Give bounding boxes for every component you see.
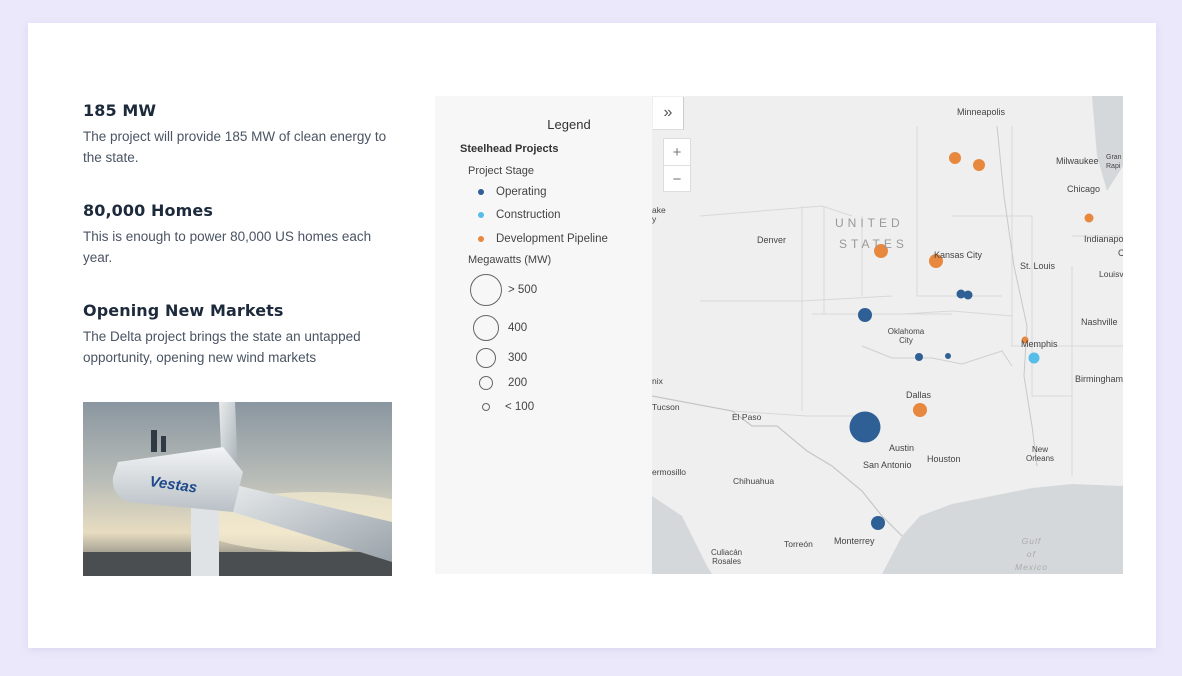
highlight-body: The Delta project brings the state an un… (83, 329, 361, 365)
legend-size-text: 400 (508, 322, 528, 334)
country-label: STATES (839, 237, 908, 251)
highlight-homes: 80,000 Homes This is enough to power 80,… (83, 201, 403, 268)
legend-stage-label: Project Stage (468, 165, 535, 177)
city-label: Tucson (652, 402, 680, 412)
city-label: Louisv (1099, 269, 1123, 279)
city-label: Monterrey (834, 536, 875, 546)
city-label: ake y (652, 205, 666, 224)
size-circle-icon (479, 376, 493, 390)
city-label: Oklahoma City (887, 327, 925, 345)
project-marker-operating[interactable] (849, 411, 881, 443)
city-label: Austin (889, 443, 915, 453)
city-label: nix (652, 376, 663, 386)
legend-stage-text: Development Pipeline (496, 233, 608, 245)
legend-size-text: < 100 (505, 401, 535, 413)
highlight-body: The project will provide 185 MW of clean… (83, 129, 387, 165)
city-label: Memphis (1021, 339, 1058, 349)
legend-stage-pipeline: Development Pipeline (478, 233, 608, 245)
legend-size-text: 300 (508, 352, 528, 364)
project-marker-operating[interactable] (945, 353, 951, 359)
double-chevron-right-icon: » (663, 104, 673, 121)
legend-stage-text: Operating (496, 186, 547, 198)
city-label: New Orleans (1026, 445, 1055, 463)
highlight-body: This is enough to power 80,000 US homes … (83, 229, 372, 265)
projects-map[interactable]: Minneapolis Milwaukee Gran Rapi Chicago … (652, 96, 1123, 574)
wind-turbine-photo: Vestas (83, 402, 392, 576)
legend-size-200: 200 (470, 376, 527, 390)
size-circle-icon (482, 403, 490, 411)
legend-size-text: > 500 (508, 284, 538, 296)
project-marker-pipeline[interactable] (1084, 213, 1094, 223)
city-label: Birmingham (1075, 374, 1123, 384)
expand-legend-button[interactable]: » (653, 97, 684, 130)
project-marker-pipeline[interactable] (913, 403, 927, 417)
city-label: San Antonio (863, 460, 912, 470)
size-circle-icon (473, 315, 499, 341)
operating-dot-icon (478, 189, 484, 195)
size-circle-icon (470, 274, 502, 306)
content-card: 185 MW The project will provide 185 MW o… (28, 23, 1156, 648)
city-label: Houston (927, 454, 961, 464)
pipeline-dot-icon (478, 236, 484, 242)
city-label: ermosillo (652, 467, 687, 477)
map-legend: Legend Steelhead Projects Project Stage … (435, 96, 652, 574)
size-circle-icon (476, 348, 496, 368)
construction-dot-icon (478, 212, 484, 218)
highlight-markets: Opening New Markets The Delta project br… (83, 301, 403, 368)
project-marker-operating[interactable] (871, 516, 885, 530)
highlight-title: 80,000 Homes (83, 201, 213, 220)
city-label: El Paso (732, 412, 762, 422)
city-label: Milwaukee (1056, 156, 1099, 166)
project-marker-construction[interactable] (1028, 352, 1040, 364)
city-label: Chihuahua (733, 476, 775, 486)
legend-size-500: > 500 (470, 274, 537, 306)
city-label: C (1118, 248, 1123, 258)
legend-size-text: 200 (508, 377, 528, 389)
city-label: Nashville (1081, 317, 1118, 327)
gulf-label: Gulf of Mexico (1015, 536, 1048, 572)
legend-stage-text: Construction (496, 209, 561, 221)
project-marker-operating[interactable] (858, 308, 872, 322)
legend-size-400: 400 (470, 315, 527, 341)
country-label: UNITED (835, 216, 904, 230)
city-label: Denver (757, 235, 787, 245)
project-marker-operating[interactable] (963, 290, 973, 300)
legend-stage-operating: Operating (478, 186, 547, 198)
legend-size-label: Megawatts (MW) (468, 254, 552, 266)
city-label: Torreón (784, 539, 813, 549)
city-label: Kansas City (934, 250, 983, 260)
project-marker-pipeline[interactable] (973, 159, 985, 171)
city-label: Minneapolis (957, 107, 1006, 117)
highlight-title: Opening New Markets (83, 301, 284, 320)
city-label: Indianapo (1084, 234, 1123, 244)
city-label: Gran Rapi (1106, 154, 1122, 170)
legend-stage-construction: Construction (478, 209, 561, 221)
city-label: St. Louis (1020, 261, 1056, 271)
highlight-title: 185 MW (83, 101, 157, 120)
zoom-out-button[interactable]: − (664, 166, 690, 192)
project-marker-pipeline[interactable] (949, 152, 961, 164)
city-label: Culiacán Rosales (711, 548, 743, 566)
legend-size-100: < 100 (470, 401, 534, 413)
zoom-in-button[interactable]: + (664, 139, 690, 166)
zoom-control: + − (663, 138, 691, 192)
project-marker-operating[interactable] (915, 353, 923, 361)
legend-size-300: 300 (470, 348, 527, 368)
legend-group: Steelhead Projects (460, 143, 559, 155)
highlight-capacity: 185 MW The project will provide 185 MW o… (83, 101, 403, 168)
city-label: Chicago (1067, 184, 1101, 194)
city-label: Dallas (906, 390, 932, 400)
